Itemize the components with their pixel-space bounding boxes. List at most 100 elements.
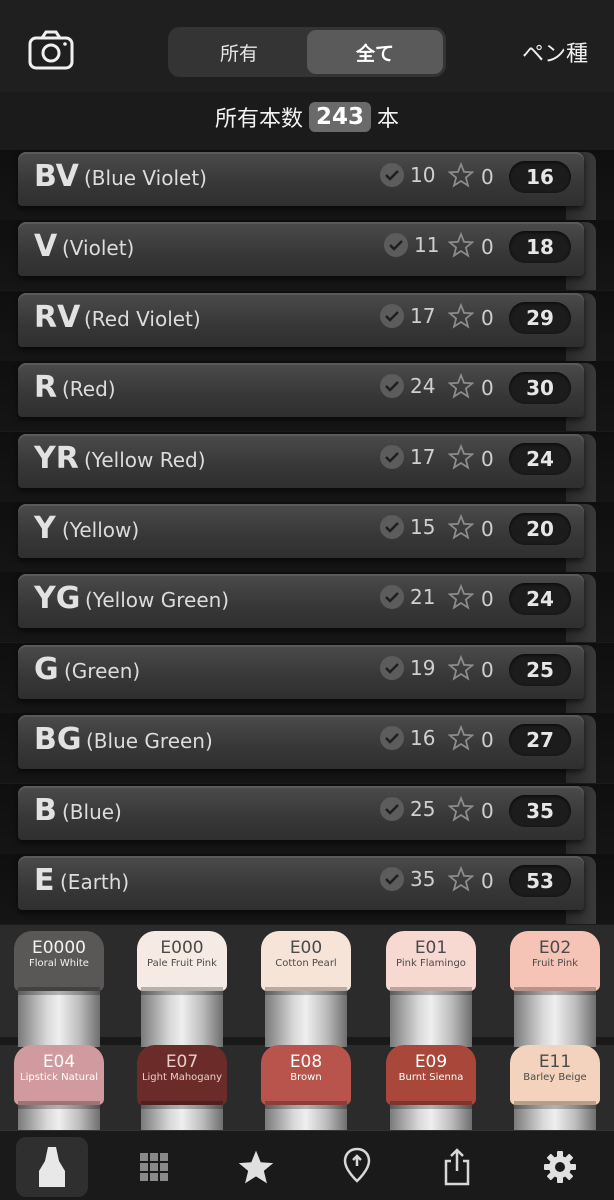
swatch-grid-icon[interactable] [118,1137,190,1197]
marker-name: Pale Fruit Pink [147,958,217,969]
category-row[interactable]: BG (Blue Green) 16 0 27 [0,713,614,784]
category-name: (Blue Violet) [84,166,207,190]
category-row[interactable]: RV (Red Violet) 17 0 29 [0,290,614,361]
check-icon [380,303,404,328]
check-icon [380,374,404,399]
marker-cap: E000 Pale Fruit Pink [137,931,227,991]
favorite-count: 0 [481,516,494,541]
star-outline-icon [447,443,475,470]
share-icon[interactable] [421,1137,493,1197]
category-name: (Red) [62,377,116,402]
category-code: YG [34,581,81,617]
marker-name: Cotton Pearl [275,958,337,969]
owned-count-value: 17 [410,303,436,328]
marker-cap: E04 Lipstick Natural [14,1045,104,1105]
owned-count: 16 [380,726,436,751]
marker-ring [265,987,347,995]
marker-icon[interactable] [16,1137,88,1197]
owned-count-value: 21 [410,585,436,610]
marker-name: Barley Beige [523,1072,587,1083]
category-name: (Red Violet) [84,306,201,331]
marker-name: Lipstick Natural [20,1072,98,1083]
marker-code: E09 [414,1052,448,1072]
owned-count-line: 所有本数 243 本 [0,92,614,142]
owned-count-value: 16 [410,726,436,751]
gear-icon[interactable] [524,1137,596,1197]
header: 所有 全て ペン種 [0,0,614,92]
favorite-count: 0 [481,165,494,189]
pen-type-button[interactable]: ペン種 [522,36,588,68]
marker-code: E11 [538,1052,572,1072]
category-row[interactable]: B (Blue) 25 0 35 [0,783,614,854]
total-count-badge: 29 [509,301,571,334]
star-outline-icon [447,724,475,751]
location-pin-icon[interactable] [321,1137,393,1197]
marker-cap: E09 Burnt Sienna [386,1045,476,1105]
total-count-badge: 35 [509,794,571,827]
marker-barrel [514,987,596,1047]
total-count-badge: 24 [509,442,571,475]
star-icon[interactable] [220,1137,292,1197]
category-code: BG [34,722,82,758]
owned-count: 10 [380,163,435,187]
category-row[interactable]: YR (Yellow Red) 17 0 24 [0,431,614,502]
category-row[interactable]: V (Violet) 11 0 18 [0,220,614,291]
star-outline-icon [447,513,475,540]
favorite-count: 0 [481,728,494,753]
owned-count-value: 17 [410,444,436,469]
check-icon [380,163,404,187]
owned-count-value: 24 [410,374,436,399]
star-outline-icon [447,302,475,329]
category-row[interactable]: YG (Yellow Green) 21 0 24 [0,572,614,643]
segment-all[interactable]: 全て [307,30,443,74]
star-outline-icon [447,584,475,610]
marker-code: E04 [42,1052,76,1072]
owned-count-value: 25 [410,796,436,821]
category-name: (Yellow) [62,517,140,542]
category-code: YR [34,440,79,476]
check-icon [380,514,404,539]
owned-count: 24 [380,374,436,399]
category-row[interactable]: G (Green) 19 0 25 [0,642,614,713]
ownership-segmented-control: 所有 全て [168,27,446,77]
total-count-badge: 24 [509,583,571,616]
owned-count: 19 [380,655,435,680]
category-list: BV (Blue Violet) 10 0 16 V (Violet) 11 0… [0,150,614,924]
favorite-count: 0 [481,657,494,682]
owned-count-prefix: 所有本数 [214,107,303,132]
marker-name: Fruit Pink [531,958,579,969]
marker-ring [390,987,472,995]
marker-name: Burnt Sienna [398,1072,464,1083]
category-row[interactable]: Y (Yellow) 15 0 20 [0,501,614,572]
favorite-count: 0 [481,868,494,893]
category-row[interactable]: R (Red) 24 0 30 [0,361,614,432]
star-outline-icon [447,161,475,188]
segment-owned[interactable]: 所有 [171,30,307,74]
marker-ring [390,1101,472,1109]
category-name: (Green) [64,658,141,683]
marker-barrel [390,987,472,1047]
category-row[interactable]: BV (Blue Violet) 10 0 16 [0,150,614,220]
marker-drawer: E0000 Floral White E000 Pale Fruit Pink … [0,925,614,1161]
camera-icon[interactable] [28,30,74,70]
star-outline-icon [447,654,475,681]
owned-count: 11 [384,233,439,258]
star-outline-icon [447,865,475,892]
favorite-count: 0 [481,446,494,471]
favorite-count: 0 [481,798,494,823]
check-icon [380,866,404,891]
category-code: G [34,651,59,687]
category-code: V [34,229,58,265]
category-row[interactable]: E (Earth) 35 0 53 [0,853,614,924]
category-name: (Blue) [62,799,122,824]
owned-count-suffix: 本 [377,107,400,132]
star-outline-icon [447,372,475,399]
category-name: (Blue Green) [86,729,213,754]
marker-code: E000 [160,938,204,958]
marker-cap: E02 Fruit Pink [510,931,600,991]
owned-count-value: 15 [410,514,436,539]
owned-count: 21 [380,585,436,610]
category-name: (Yellow Green) [85,588,230,613]
marker-barrel [265,987,347,1047]
favorite-count: 0 [481,376,494,401]
